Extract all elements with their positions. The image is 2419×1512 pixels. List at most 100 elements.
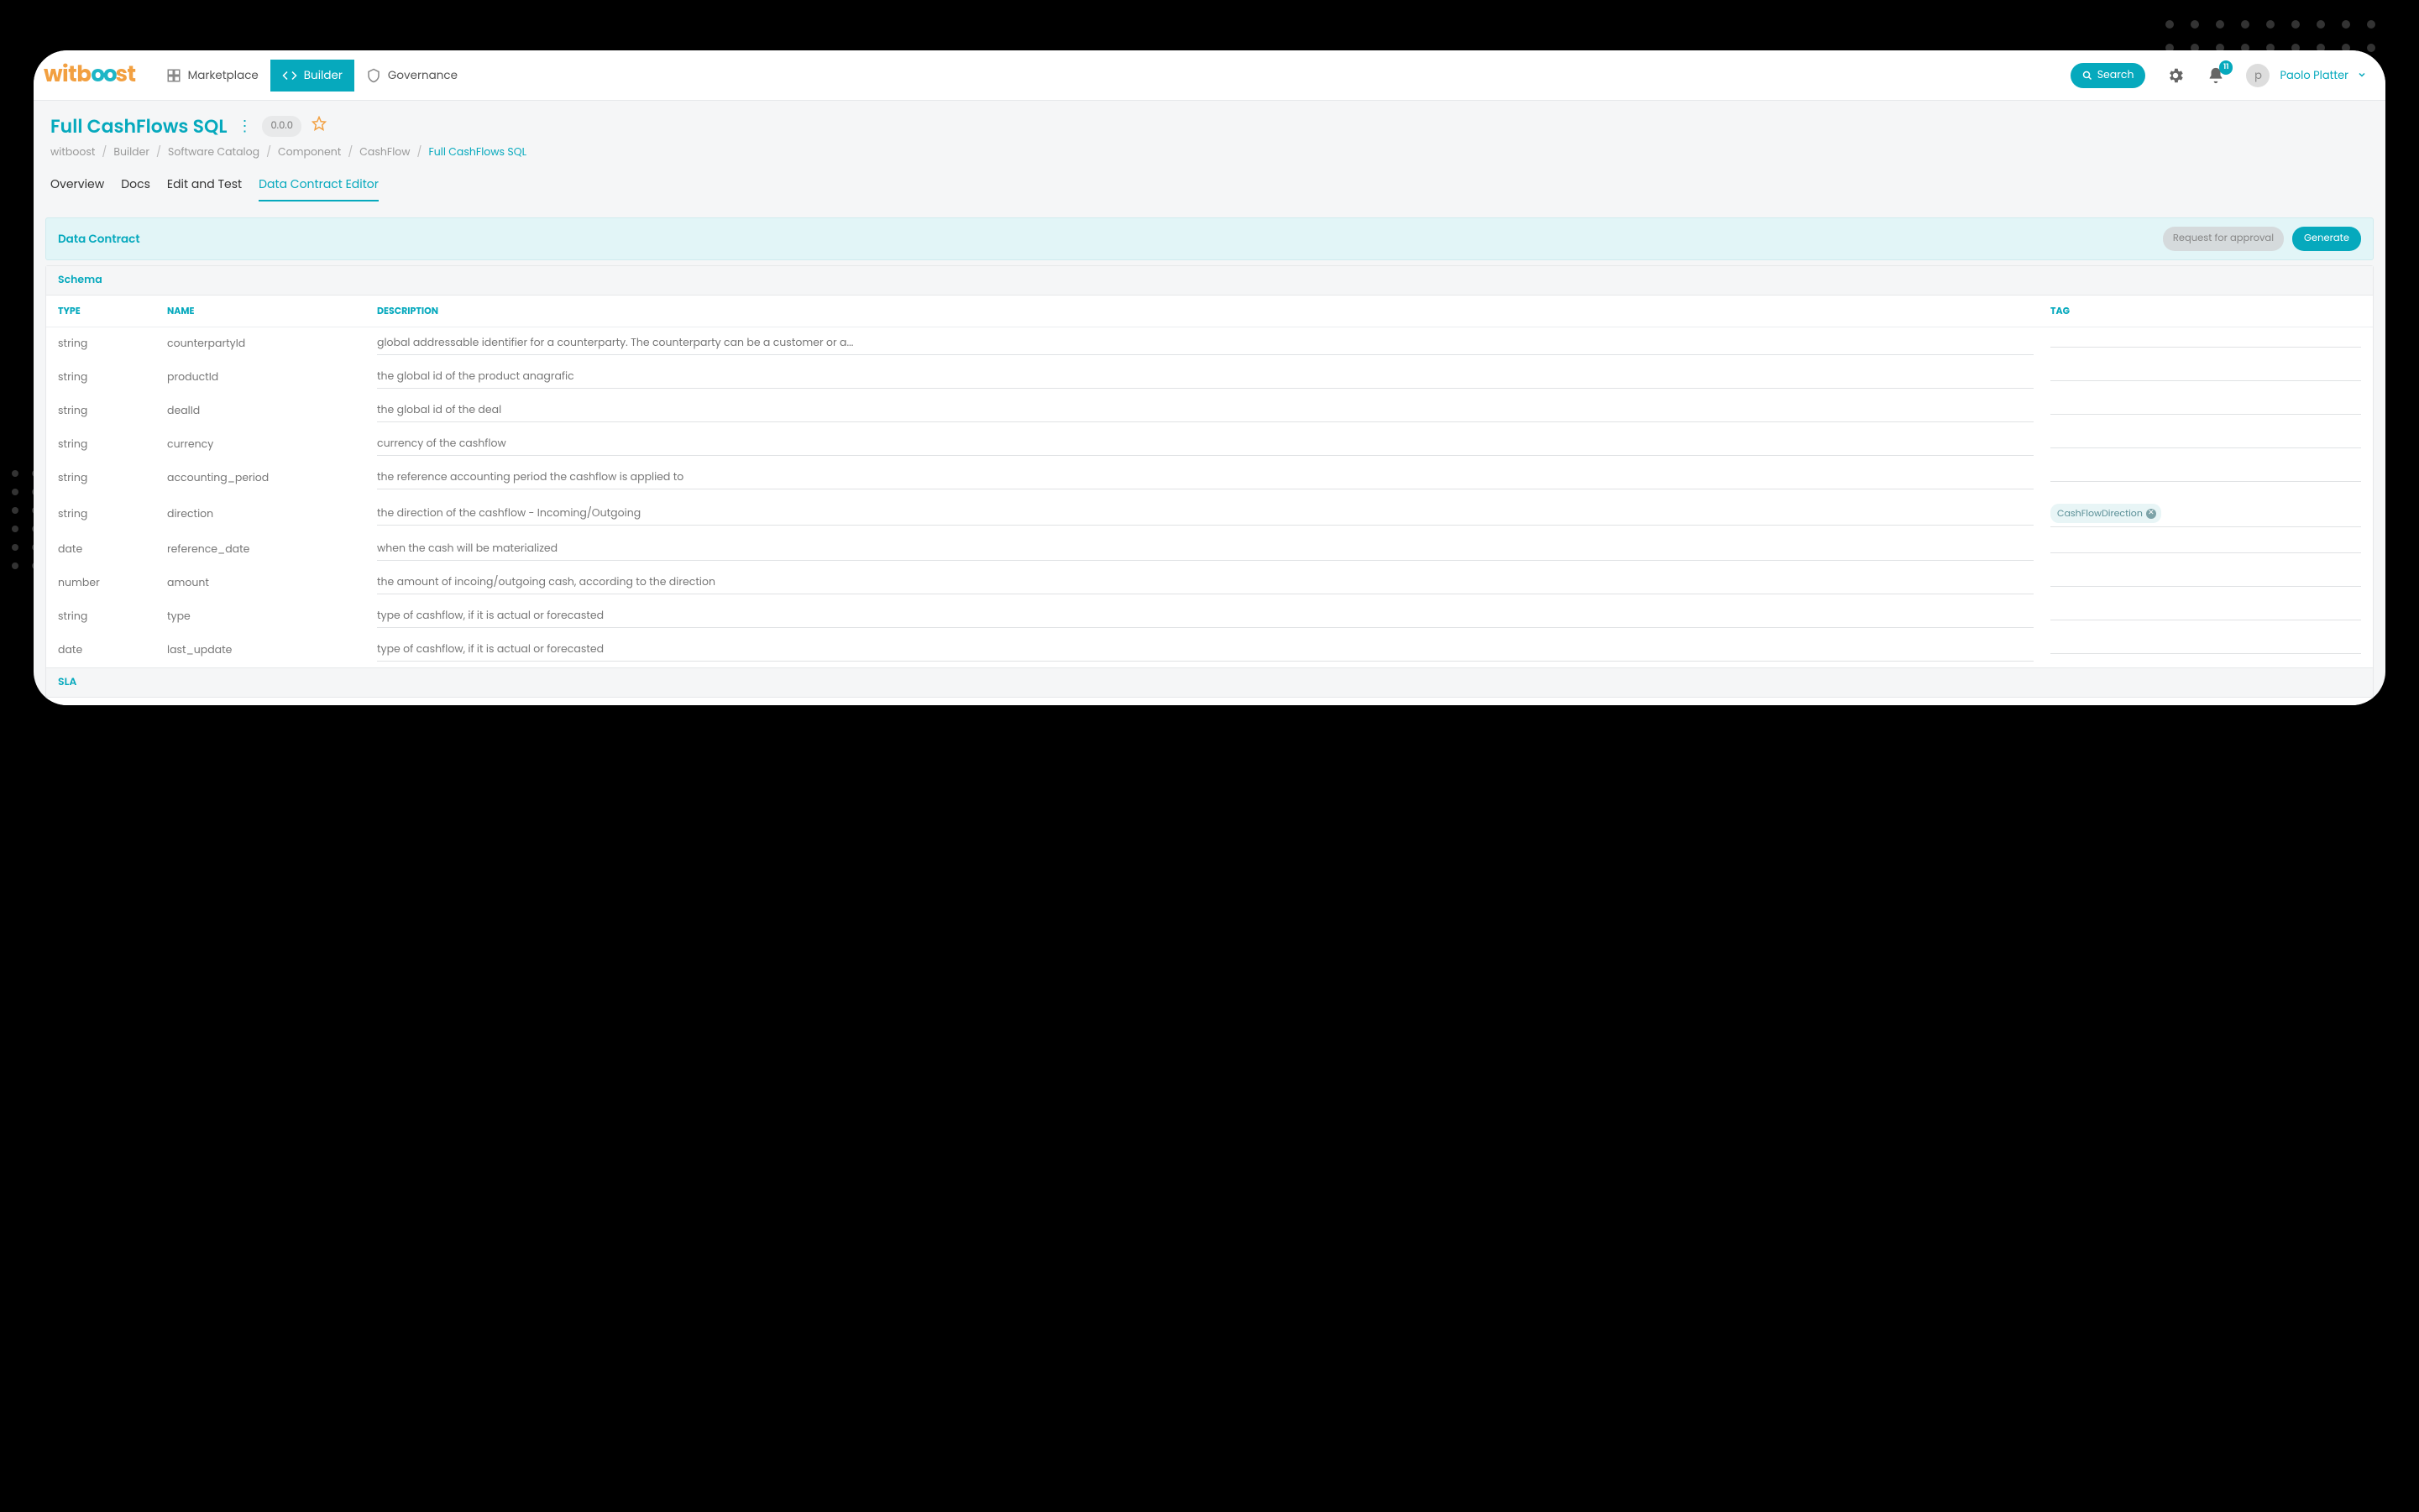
cell-name: amount bbox=[167, 576, 377, 591]
cell-tag[interactable] bbox=[2050, 580, 2361, 587]
cell-tag[interactable] bbox=[2050, 408, 2361, 415]
remove-tag-icon[interactable]: ✕ bbox=[2146, 509, 2156, 519]
avatar[interactable]: p bbox=[2246, 64, 2270, 87]
cell-tag[interactable] bbox=[2050, 341, 2361, 348]
user-name: Paolo Platter bbox=[2280, 67, 2348, 84]
table-row: datereference_datewhen the cash will be … bbox=[46, 533, 2373, 567]
cell-tag[interactable] bbox=[2050, 547, 2361, 553]
breadcrumb: witboost/ Builder/ Software Catalog/ Com… bbox=[45, 140, 2374, 170]
col-desc-header: DESCRIPTION bbox=[377, 304, 2050, 318]
logo-oo: oo bbox=[91, 59, 115, 92]
cell-name: direction bbox=[167, 507, 377, 522]
cell-name: currency bbox=[167, 437, 377, 453]
gear-icon bbox=[2166, 66, 2185, 85]
breadcrumb-item[interactable]: Software Catalog bbox=[168, 145, 259, 160]
avatar-initial: p bbox=[2254, 67, 2262, 84]
cell-desc[interactable]: when the cash will be materialized bbox=[377, 539, 2050, 561]
cell-type: number bbox=[58, 576, 167, 591]
schema-title: Schema bbox=[46, 266, 2373, 296]
decorative-dots-top bbox=[2165, 20, 2377, 52]
cell-type: date bbox=[58, 643, 167, 658]
user-menu-toggle[interactable] bbox=[2357, 65, 2367, 86]
col-name-header: NAME bbox=[167, 304, 377, 318]
table-row: datelast_updatetype of cashflow, if it i… bbox=[46, 634, 2373, 667]
cell-type: string bbox=[58, 370, 167, 385]
schema-table-header: TYPE NAME DESCRIPTION TAG bbox=[46, 296, 2373, 327]
cell-desc[interactable]: type of cashflow, if it is actual or for… bbox=[377, 606, 2050, 628]
table-row: numberamountthe amount of incoing/outgoi… bbox=[46, 567, 2373, 600]
settings-button[interactable] bbox=[2165, 65, 2186, 86]
content: Full CashFlows SQL ⋮ 0.0.0 witboost/ Bui… bbox=[34, 101, 2385, 705]
tab-overview[interactable]: Overview bbox=[50, 170, 104, 201]
schema-table-body: stringcounterpartyIdglobal addressable i… bbox=[46, 327, 2373, 667]
cell-desc[interactable]: the global id of the product anagrafic bbox=[377, 367, 2050, 389]
cell-type: string bbox=[58, 471, 167, 486]
nav-builder[interactable]: Builder bbox=[270, 60, 354, 92]
page-title: Full CashFlows SQL bbox=[50, 112, 227, 140]
notifications-button[interactable]: 11 bbox=[2206, 65, 2226, 86]
cell-desc[interactable]: global addressable identifier for a coun… bbox=[377, 333, 2050, 355]
search-label: Search bbox=[2097, 68, 2134, 83]
logo-wit: wit bbox=[44, 59, 76, 92]
version-badge: 0.0.0 bbox=[262, 116, 301, 137]
tab-docs[interactable]: Docs bbox=[121, 170, 150, 201]
nav-governance-label: Governance bbox=[388, 67, 458, 84]
page-actions-menu[interactable]: ⋮ bbox=[237, 115, 252, 138]
cell-name: accounting_period bbox=[167, 471, 377, 486]
governance-icon bbox=[366, 68, 381, 83]
tab-data-contract-editor[interactable]: Data Contract Editor bbox=[259, 170, 379, 201]
tab-edit-test[interactable]: Edit and Test bbox=[167, 170, 242, 201]
table-row: stringcounterpartyIdglobal addressable i… bbox=[46, 327, 2373, 361]
cell-type: string bbox=[58, 507, 167, 522]
sla-value[interactable]: 2 day bbox=[582, 703, 2361, 705]
nav-marketplace[interactable]: Marketplace bbox=[154, 60, 270, 91]
breadcrumb-item[interactable]: Component bbox=[278, 145, 341, 160]
star-icon bbox=[312, 116, 327, 131]
builder-icon bbox=[282, 68, 297, 83]
table-row: stringcurrencycurrency of the cashflow bbox=[46, 428, 2373, 462]
cell-name: counterpartyId bbox=[167, 337, 377, 352]
logo-b: b bbox=[76, 59, 91, 92]
nav-marketplace-label: Marketplace bbox=[188, 67, 259, 84]
breadcrumb-item[interactable]: CashFlow bbox=[359, 145, 410, 160]
cell-tag[interactable] bbox=[2050, 614, 2361, 620]
cell-type: date bbox=[58, 542, 167, 557]
topbar: witboost Marketplace Builder Governance … bbox=[34, 50, 2385, 101]
cell-tag[interactable] bbox=[2050, 475, 2361, 482]
cell-desc[interactable]: the global id of the deal bbox=[377, 400, 2050, 422]
cell-name: last_update bbox=[167, 643, 377, 658]
cell-name: dealId bbox=[167, 404, 377, 419]
data-contract-header: Data Contract Request for approval Gener… bbox=[45, 217, 2374, 260]
nav-builder-label: Builder bbox=[304, 67, 343, 84]
sla-body: Interval Of Change2 dayTimeliness2 dayUp… bbox=[46, 698, 2373, 705]
favorite-button[interactable] bbox=[312, 116, 327, 137]
cell-tag[interactable] bbox=[2050, 647, 2361, 654]
cell-desc[interactable]: the amount of incoing/outgoing cash, acc… bbox=[377, 573, 2050, 594]
breadcrumb-item[interactable]: Builder bbox=[113, 145, 149, 160]
logo: witboost bbox=[44, 59, 136, 92]
tag-chip[interactable]: CashFlowDirection✕ bbox=[2050, 504, 2161, 523]
cell-tag[interactable] bbox=[2050, 442, 2361, 448]
cell-desc[interactable]: type of cashflow, if it is actual or for… bbox=[377, 640, 2050, 662]
table-row: stringaccounting_periodthe reference acc… bbox=[46, 462, 2373, 495]
search-button[interactable]: Search bbox=[2071, 63, 2146, 88]
cell-desc[interactable]: the direction of the cashflow - Incoming… bbox=[377, 504, 2050, 526]
cell-name: type bbox=[167, 610, 377, 625]
cell-desc[interactable]: the reference accounting period the cash… bbox=[377, 468, 2050, 489]
cell-desc[interactable]: currency of the cashflow bbox=[377, 434, 2050, 456]
col-tag-header: TAG bbox=[2050, 304, 2361, 318]
cell-type: string bbox=[58, 437, 167, 453]
cell-type: string bbox=[58, 610, 167, 625]
chevron-down-icon bbox=[2357, 70, 2367, 80]
request-approval-button: Request for approval bbox=[2163, 227, 2284, 251]
notification-count: 11 bbox=[2219, 60, 2233, 75]
cell-tag[interactable] bbox=[2050, 374, 2361, 381]
nav-governance[interactable]: Governance bbox=[354, 60, 469, 91]
page-title-row: Full CashFlows SQL ⋮ 0.0.0 bbox=[45, 112, 2374, 140]
cell-type: string bbox=[58, 337, 167, 352]
generate-button[interactable]: Generate bbox=[2292, 227, 2361, 251]
cell-tag[interactable]: CashFlowDirection✕ bbox=[2050, 501, 2361, 527]
data-contract-section: Data Contract Request for approval Gener… bbox=[45, 217, 2374, 705]
breadcrumb-item[interactable]: witboost bbox=[50, 145, 95, 160]
table-row: stringproductIdthe global id of the prod… bbox=[46, 361, 2373, 395]
